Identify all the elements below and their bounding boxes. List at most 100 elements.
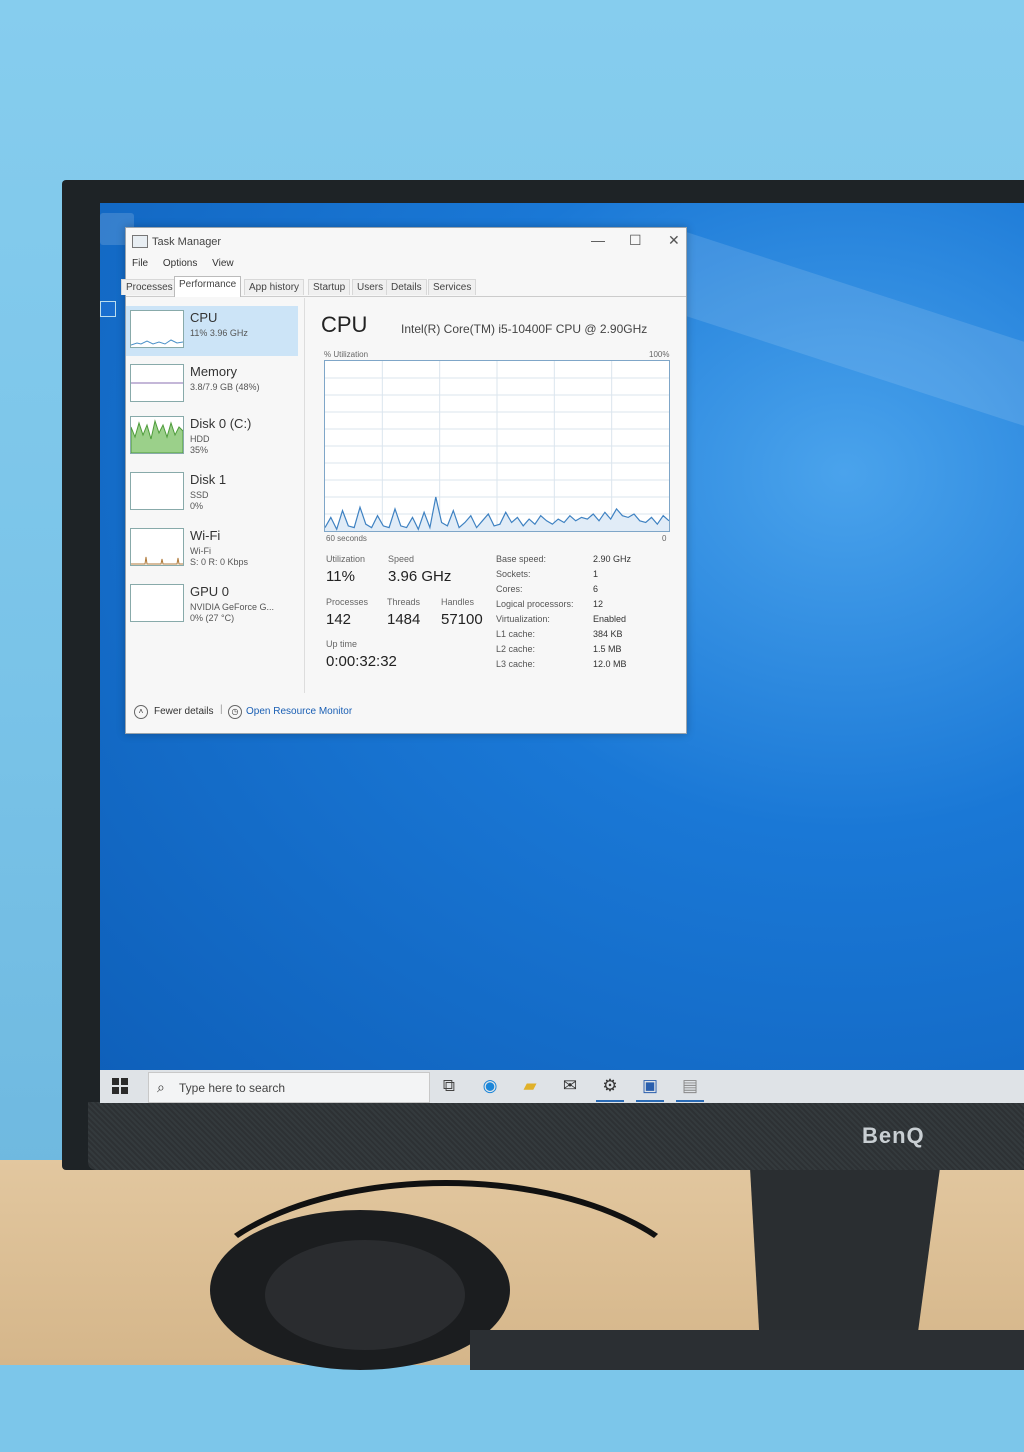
minimize-button[interactable]: — — [591, 232, 605, 248]
tab-bar: Processes Performance App history Startu… — [121, 276, 686, 297]
graph-x-end-label: 0 — [662, 534, 667, 543]
sidebar-item-gpu0[interactable]: GPU 0 NVIDIA GeForce G... 0% (27 °C) — [126, 580, 298, 630]
open-resource-monitor-link[interactable]: Open Resource Monitor — [246, 706, 352, 717]
spec-key: Sockets: — [496, 569, 531, 579]
edge-desktop-icon[interactable] — [100, 301, 116, 317]
speed-value: 3.96 GHz — [388, 568, 452, 585]
menu-view[interactable]: View — [212, 258, 234, 269]
cpu-thumbnail-graph — [130, 310, 184, 348]
sidebar-item-wifi[interactable]: Wi-Fi Wi-Fi S: 0 R: 0 Kbps — [126, 524, 298, 574]
spec-value: 6 — [593, 584, 599, 594]
utilization-label: Utilization — [326, 554, 366, 564]
footer-divider: | — [220, 704, 223, 715]
resource-monitor-icon[interactable]: ◷ — [228, 705, 242, 719]
windows-start-icon[interactable] — [112, 1078, 128, 1094]
tab-startup[interactable]: Startup — [308, 279, 351, 295]
monitor-brand-logo: BenQ — [862, 1123, 925, 1148]
cpu-model-name: Intel(R) Core(TM) i5-10400F CPU @ 2.90GH… — [401, 322, 648, 336]
spec-key: Virtualization: — [496, 614, 550, 624]
sidebar-item-label: Memory — [190, 364, 237, 379]
spec-value: 12 — [593, 599, 604, 609]
graph-y-label: % Utilization — [324, 350, 369, 359]
cpu-utilization-chart — [324, 361, 670, 531]
tab-processes[interactable]: Processes — [121, 279, 178, 295]
sidebar-item-label: Wi-Fi — [190, 528, 221, 543]
sidebar-item-label: GPU 0 — [190, 584, 230, 599]
tab-users[interactable]: Users — [352, 279, 389, 295]
task-manager-taskbar-icon[interactable]: ▤ — [678, 1075, 702, 1097]
sidebar-item-detail: Wi-Fi — [190, 546, 211, 556]
fewer-details-link[interactable]: Fewer details — [154, 706, 213, 717]
speed-label: Speed — [388, 554, 415, 564]
spec-value: 12.0 MB — [593, 659, 627, 669]
task-view-icon[interactable]: ⧉ — [437, 1075, 461, 1097]
cpu-utilization-graph — [324, 360, 670, 532]
sidebar-item-detail: HDD — [190, 434, 210, 444]
sidebar-item-detail-2: 35% — [190, 445, 209, 455]
sidebar-item-label: CPU — [190, 310, 218, 325]
uptime-value: 0:00:32:32 — [326, 653, 397, 670]
spec-value: Enabled — [593, 614, 627, 624]
tab-services[interactable]: Services — [428, 279, 477, 295]
monitor-stand — [750, 1168, 940, 1338]
utilization-value: 11% — [326, 568, 355, 585]
spec-value: 1.5 MB — [593, 644, 622, 654]
settings-gear-icon[interactable]: ⚙ — [598, 1075, 622, 1097]
sidebar-item-memory[interactable]: Memory 3.8/7.9 GB (48%) — [126, 360, 298, 410]
sidebar-item-label: Disk 1 — [190, 472, 227, 487]
monitor-stand-base — [470, 1330, 1024, 1370]
spec-key: L2 cache: — [496, 644, 536, 654]
taskbar-search-box[interactable]: ⌕ Type here to search — [148, 1072, 430, 1103]
tab-app-history[interactable]: App history — [244, 279, 305, 295]
disk0-thumbnail-graph — [130, 416, 184, 454]
task-manager-active-indicator — [676, 1100, 704, 1102]
gpu-thumbnail-graph — [130, 584, 184, 622]
sidebar-item-detail: SSD — [190, 490, 209, 500]
window-title: Task Manager — [152, 236, 222, 248]
sidebar-item-cpu[interactable]: CPU 11% 3.96 GHz — [126, 306, 298, 356]
maximize-button[interactable]: ☐ — [629, 232, 642, 249]
title-bar[interactable]: Task Manager — ☐ ✕ — [126, 228, 686, 254]
performance-sidebar: CPU 11% 3.96 GHz Memory 3.8/7.9 GB (48%)… — [126, 298, 305, 693]
sidebar-item-detail-2: S: 0 R: 0 Kbps — [190, 557, 249, 567]
task-manager-icon — [132, 235, 148, 248]
sidebar-item-detail: 11% 3.96 GHz — [190, 328, 248, 338]
tab-performance[interactable]: Performance — [174, 276, 242, 297]
processes-label: Processes — [326, 597, 369, 607]
processes-value: 142 — [326, 611, 352, 628]
file-explorer-icon[interactable]: ▰ — [518, 1075, 542, 1097]
menu-file[interactable]: File — [132, 258, 148, 269]
disk1-thumbnail-graph — [130, 472, 184, 510]
search-placeholder: Type here to search — [179, 1081, 286, 1095]
remote-desktop-icon[interactable]: ▣ — [638, 1075, 662, 1097]
threads-label: Threads — [387, 597, 421, 607]
handles-value: 57100 — [441, 611, 483, 628]
sidebar-item-detail: NVIDIA GeForce G... — [190, 602, 275, 612]
spec-value: 384 KB — [593, 629, 623, 639]
desktop-screen: Task Manager — ☐ ✕ File Options View Pro… — [100, 203, 1024, 1103]
spec-key: L1 cache: — [496, 629, 536, 639]
threads-value: 1484 — [387, 611, 421, 628]
remote-active-indicator — [636, 1100, 664, 1102]
tab-details[interactable]: Details — [386, 279, 427, 295]
spec-key: L3 cache: — [496, 659, 536, 669]
menu-options[interactable]: Options — [163, 258, 197, 269]
spec-key: Base speed: — [496, 554, 547, 564]
memory-thumbnail-graph — [130, 364, 184, 402]
close-button[interactable]: ✕ — [668, 232, 680, 249]
sidebar-item-detail-2: 0% — [190, 501, 204, 511]
chevron-up-icon[interactable]: ˄ — [134, 705, 148, 719]
wifi-thumbnail-graph — [130, 528, 184, 566]
sidebar-item-disk1[interactable]: Disk 1 SSD 0% — [126, 468, 298, 518]
menu-bar: File Options View — [132, 258, 246, 269]
spec-key: Cores: — [496, 584, 523, 594]
graph-y-max-label: 100% — [649, 350, 670, 359]
edge-browser-icon[interactable]: ◉ — [478, 1075, 502, 1097]
wallpaper-light-beam — [662, 232, 1024, 494]
page-title: CPU — [321, 312, 368, 337]
sidebar-item-label: Disk 0 (C:) — [190, 416, 252, 431]
search-icon: ⌕ — [157, 1079, 165, 1095]
handles-label: Handles — [441, 597, 475, 607]
mail-icon[interactable]: ✉ — [558, 1075, 582, 1097]
sidebar-item-disk0[interactable]: Disk 0 (C:) HDD 35% — [126, 412, 298, 462]
